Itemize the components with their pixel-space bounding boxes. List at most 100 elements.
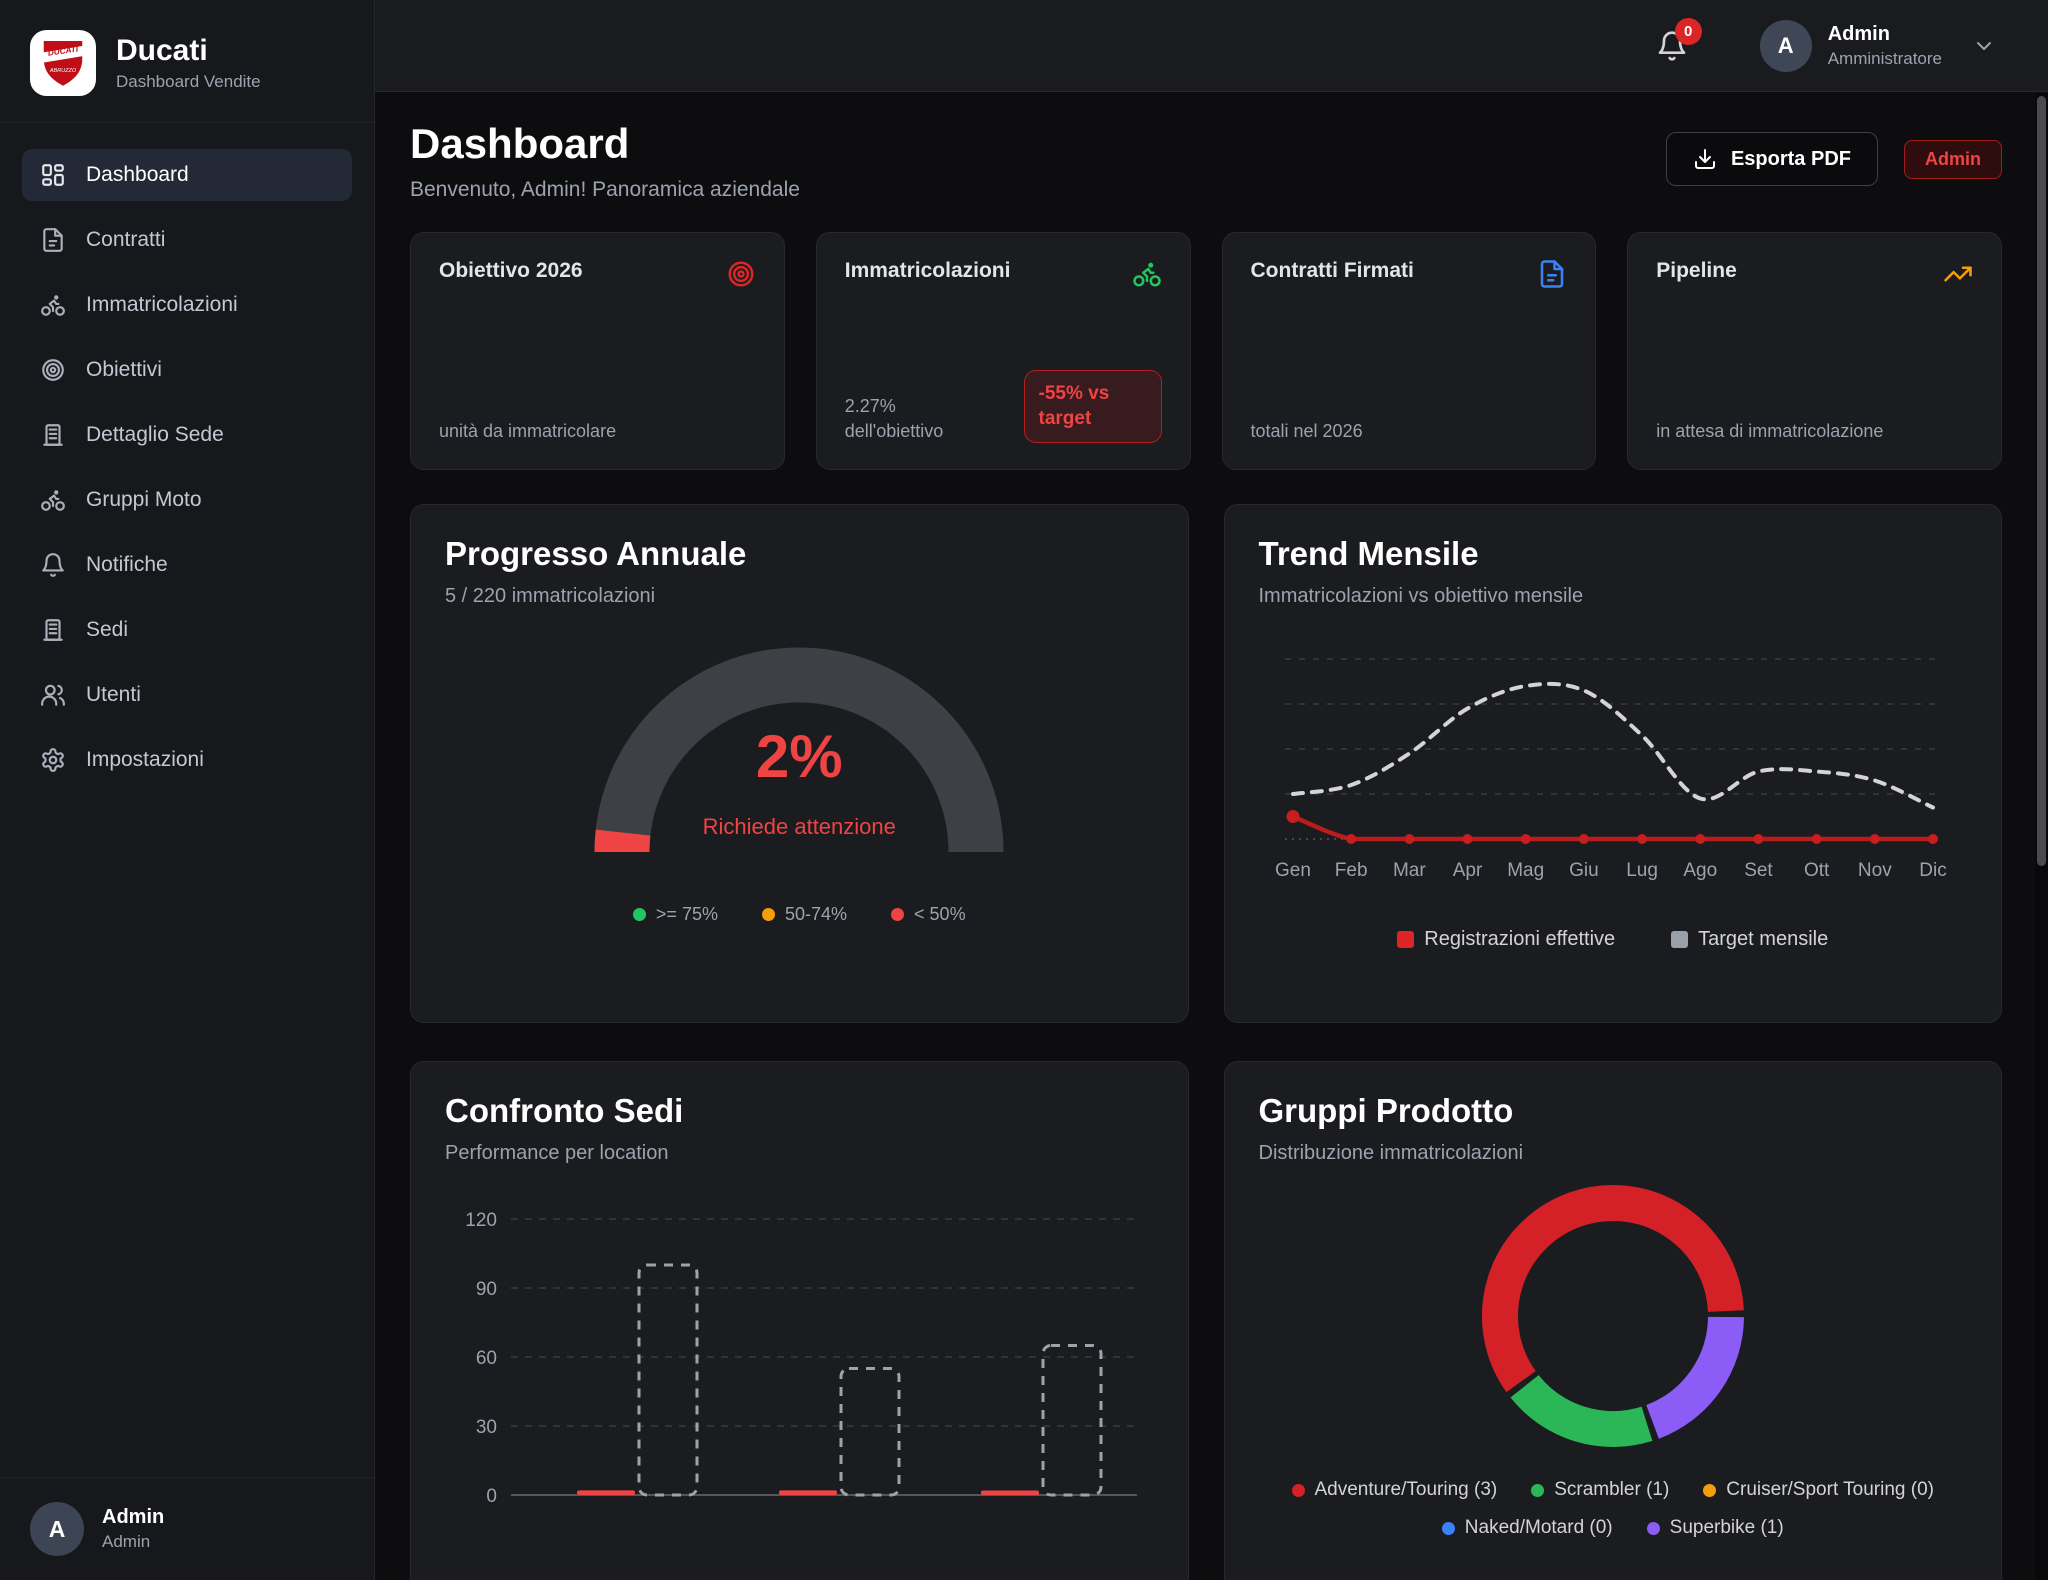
card-title: Trend Mensile: [1259, 535, 1968, 573]
sidebar-item-gruppi-moto[interactable]: Gruppi Moto: [22, 474, 352, 526]
dashboard-icon: [40, 162, 66, 188]
building-icon: [40, 422, 66, 448]
svg-text:Ott: Ott: [1804, 860, 1830, 881]
svg-text:ABRUZZO: ABRUZZO: [49, 68, 77, 74]
legend-item: < 50%: [891, 904, 966, 925]
sidebar-item-dashboard[interactable]: Dashboard: [22, 149, 352, 201]
sidebar-item-contratti[interactable]: Contratti: [22, 214, 352, 266]
sidebar-item-label: Contratti: [86, 228, 165, 252]
legend-item: Cruiser/Sport Touring (0): [1703, 1479, 1934, 1501]
sidebar-item-label: Utenti: [86, 683, 141, 707]
header-actions: Esporta PDF Admin: [1666, 132, 2002, 186]
sidebar-user[interactable]: A Admin Admin: [0, 1477, 374, 1580]
legend-item: Superbike (1): [1647, 1517, 1784, 1539]
gauge-status: Richiede attenzione: [579, 814, 1019, 840]
avatar: A: [30, 1502, 84, 1556]
page-title: Dashboard: [410, 120, 800, 168]
stat-footnote: totali nel 2026: [1251, 419, 1363, 443]
file-icon: [1537, 259, 1567, 289]
svg-text:120: 120: [466, 1210, 498, 1231]
legend-label: Target mensile: [1698, 928, 1828, 951]
gauge-value: 2%: [579, 722, 1019, 791]
building-icon: [40, 617, 66, 643]
sidebar-item-immatricolazioni[interactable]: Immatricolazioni: [22, 279, 352, 331]
card-subtitle: Performance per location: [445, 1142, 1154, 1165]
legend-dot: [891, 908, 904, 921]
card-subtitle: Distribuzione immatricolazioni: [1259, 1142, 1968, 1165]
stat-footnote: unità da immatricolare: [439, 419, 616, 443]
file-icon: [40, 227, 66, 253]
export-pdf-button[interactable]: Esporta PDF: [1666, 132, 1878, 186]
svg-text:Mag: Mag: [1507, 860, 1544, 881]
svg-text:30: 30: [476, 1417, 497, 1438]
bike-icon: [40, 487, 66, 513]
sidebar-item-label: Immatricolazioni: [86, 293, 238, 317]
legend-swatch: [1397, 931, 1414, 948]
scrollbar-thumb[interactable]: [2037, 96, 2046, 866]
svg-text:Giu: Giu: [1569, 860, 1599, 881]
target-icon: [726, 259, 756, 289]
card-confronto-sedi: Confronto Sedi Performance per location …: [410, 1061, 1189, 1580]
stat-card-pipeline: Pipelinein attesa di immatricolazione: [1627, 232, 2002, 470]
notification-badge: 0: [1675, 18, 1702, 45]
sidebar-item-obiettivi[interactable]: Obiettivi: [22, 344, 352, 396]
stat-footnote: in attesa di immatricolazione: [1656, 419, 1883, 443]
legend-label: 50-74%: [785, 904, 847, 925]
avatar: A: [1760, 20, 1812, 72]
stat-card-obiettivo-2026: Obiettivo 2026 unità da immatricolare: [410, 232, 785, 470]
vs-target-badge: -55% vs target: [1024, 370, 1162, 443]
role-badge: Admin: [1904, 140, 2002, 179]
sidebar-item-dettaglio-sede[interactable]: Dettaglio Sede: [22, 409, 352, 461]
card-progresso-annuale: Progresso Annuale 5 / 220 immatricolazio…: [410, 504, 1189, 1023]
sidebar-item-utenti[interactable]: Utenti: [22, 669, 352, 721]
sidebar-item-label: Impostazioni: [86, 748, 204, 772]
svg-text:0: 0: [487, 1486, 498, 1507]
bar-chart: 1209060300: [445, 1199, 1154, 1529]
bike-icon: [40, 292, 66, 318]
sidebar-item-label: Notifiche: [86, 553, 168, 577]
page-subtitle: Benvenuto, Admin! Panoramica aziendale: [410, 178, 800, 202]
svg-text:Apr: Apr: [1453, 860, 1483, 881]
notifications-button[interactable]: 0: [1656, 30, 1688, 62]
sidebar-item-impostazioni[interactable]: Impostazioni: [22, 734, 352, 786]
card-title: Gruppi Prodotto: [1259, 1092, 1968, 1130]
legend-item: 50-74%: [762, 904, 847, 925]
gauge-legend: >= 75%50-74%< 50%: [633, 904, 966, 925]
donut-chart: Adventure/Touring (3)Scrambler (1)Cruise…: [1259, 1165, 1968, 1539]
brand-name: Ducati: [116, 34, 261, 68]
sidebar-item-notifiche[interactable]: Notifiche: [22, 539, 352, 591]
download-icon: [1693, 147, 1717, 171]
sidebar-user-name: Admin: [102, 1506, 164, 1529]
legend-dot: [1442, 1522, 1455, 1535]
trend-legend: Registrazioni effettiveTarget mensile: [1259, 928, 1968, 951]
legend-label: Superbike (1): [1670, 1517, 1784, 1539]
legend-label: Scrambler (1): [1554, 1479, 1669, 1501]
stats-row: Obiettivo 2026unità da immatricolareImma…: [410, 232, 2002, 470]
card-title: Confronto Sedi: [445, 1092, 1154, 1130]
card-title: Progresso Annuale: [445, 535, 1154, 573]
gauge: 2% Richiede attenzione: [579, 634, 1019, 874]
main: Dashboard Benvenuto, Admin! Panoramica a…: [375, 92, 2048, 1580]
scrollbar[interactable]: [2035, 93, 2048, 1580]
settings-icon: [40, 747, 66, 773]
donut-legend: Adventure/Touring (3)Scrambler (1)Cruise…: [1224, 1479, 2003, 1539]
user-menu[interactable]: A Admin Amministratore: [1760, 20, 1996, 72]
stat-title: Obiettivo 2026: [439, 259, 583, 283]
stat-footnote: 2.27% dell'obiettivo: [845, 394, 995, 443]
sidebar-item-sedi[interactable]: Sedi: [22, 604, 352, 656]
card-trend-mensile: Trend Mensile Immatricolazioni vs obiett…: [1224, 504, 2003, 1023]
users-icon: [40, 682, 66, 708]
brand-subtitle: Dashboard Vendite: [116, 72, 261, 92]
sidebar-user-role: Admin: [102, 1532, 164, 1552]
content: 0 A Admin Amministratore Dashboard Benve…: [375, 0, 2048, 1580]
user-name: Admin: [1828, 23, 1942, 46]
sidebar-item-label: Sedi: [86, 618, 128, 642]
svg-text:Set: Set: [1744, 860, 1773, 881]
sidebar-item-label: Gruppi Moto: [86, 488, 202, 512]
card-subtitle: 5 / 220 immatricolazioni: [445, 585, 1154, 608]
svg-text:Lug: Lug: [1626, 860, 1658, 881]
sidebar-item-label: Dettaglio Sede: [86, 423, 224, 447]
export-pdf-label: Esporta PDF: [1731, 148, 1851, 171]
ducati-logo-icon: DUCATI ABRUZZO: [30, 30, 96, 96]
svg-text:Nov: Nov: [1858, 860, 1892, 881]
